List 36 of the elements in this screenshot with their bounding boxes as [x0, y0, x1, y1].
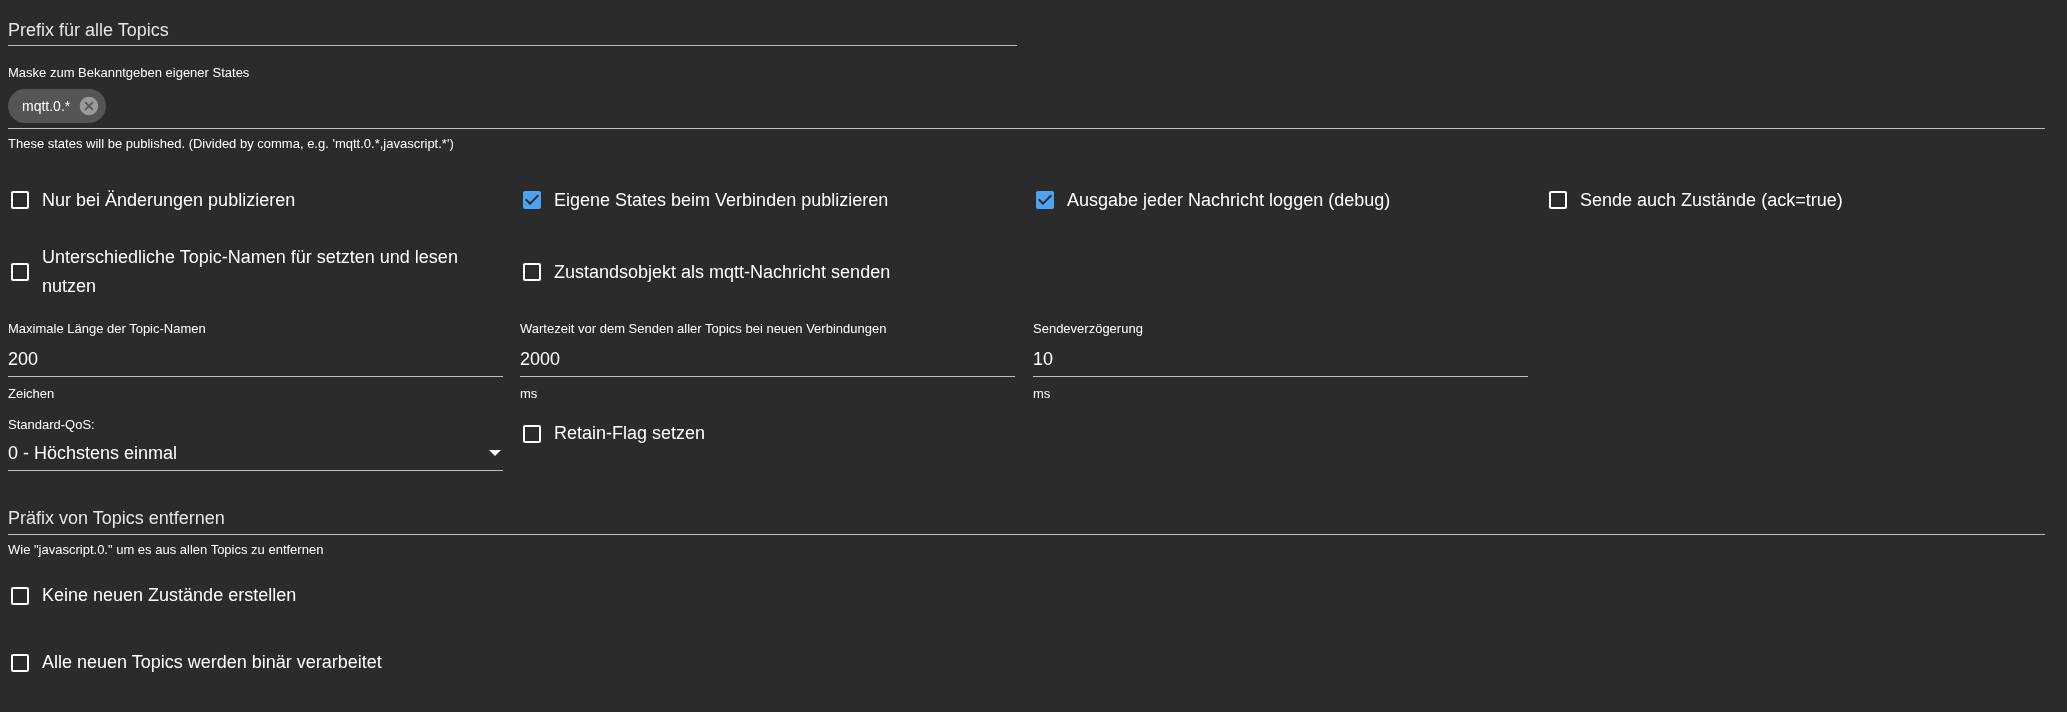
checkbox-label[interactable]: Eigene States beim Verbinden publizieren [554, 185, 909, 215]
unit-helper-text: ms [1033, 384, 1052, 403]
mask-chip-field[interactable]: mqtt.0.* [8, 82, 2045, 129]
checkbox-label[interactable]: Alle neuen Topics werden binär verarbeitet [42, 648, 402, 677]
checkbox-label[interactable]: Nur bei Änderungen publizieren [42, 185, 316, 215]
state-chip[interactable]: mqtt.0.* [8, 89, 107, 123]
checkbox-label[interactable]: Unterschiedliche Topic-Namen für setzten und lesen nutzen [42, 243, 480, 301]
field-label: Maske zum Bekanntgeben eigener States [8, 64, 251, 82]
checkbox-label[interactable]: Sende auch Zustände (ack=true) [1580, 185, 1863, 215]
dropdown-caret-icon [489, 450, 501, 456]
qos-select[interactable]: 0 - Höchstens einmal [8, 436, 503, 471]
field-label: Maximale Länge der Topic-Namen [8, 320, 207, 338]
number-input-field[interactable]: 2000 [520, 342, 1015, 377]
prefix-input-field[interactable]: Prefix für alle Topics [8, 14, 1017, 46]
checkbox-label[interactable]: Zustandsobjekt als mqtt-Nachricht senden [554, 257, 911, 287]
checkbox[interactable] [520, 188, 544, 212]
unit-helper-text: ms [520, 384, 539, 403]
checkbox[interactable] [520, 260, 544, 284]
field-label: Standard-QoS: [8, 416, 96, 434]
number-input-field[interactable]: 10 [1033, 342, 1528, 377]
checkbox[interactable] [8, 188, 32, 212]
helper-text: These states will be published. (Divided by comma, e.g. 'mqtt.0.*,javascript.*') [8, 134, 455, 153]
field-label: Wartezeit vor dem Senden aller Topics bei neuen Verbindungen [520, 320, 888, 338]
checkbox-label[interactable]: Ausgabe jeder Nachricht loggen (debug) [1067, 185, 1411, 215]
checkbox[interactable] [1546, 188, 1570, 212]
checkbox-label[interactable]: Keine neuen Zustände erstellen [42, 581, 317, 610]
field-label: Sendeverzögerung [1033, 320, 1144, 338]
checkbox-label[interactable]: Retain-Flag setzen [554, 419, 726, 448]
number-input-field[interactable]: 200 [8, 342, 503, 377]
helper-text: Wie "javascript.0." um es aus allen Topics zu entfernen [8, 540, 325, 559]
remove-icon[interactable] [78, 95, 101, 117]
remove-prefix-input-field[interactable]: Präfix von Topics entfernen [8, 500, 2045, 535]
checkbox[interactable] [8, 260, 32, 284]
unit-helper-text: Zeichen [8, 384, 56, 403]
checkbox[interactable] [1033, 188, 1057, 212]
chip-label: mqtt.0.* [22, 96, 71, 116]
